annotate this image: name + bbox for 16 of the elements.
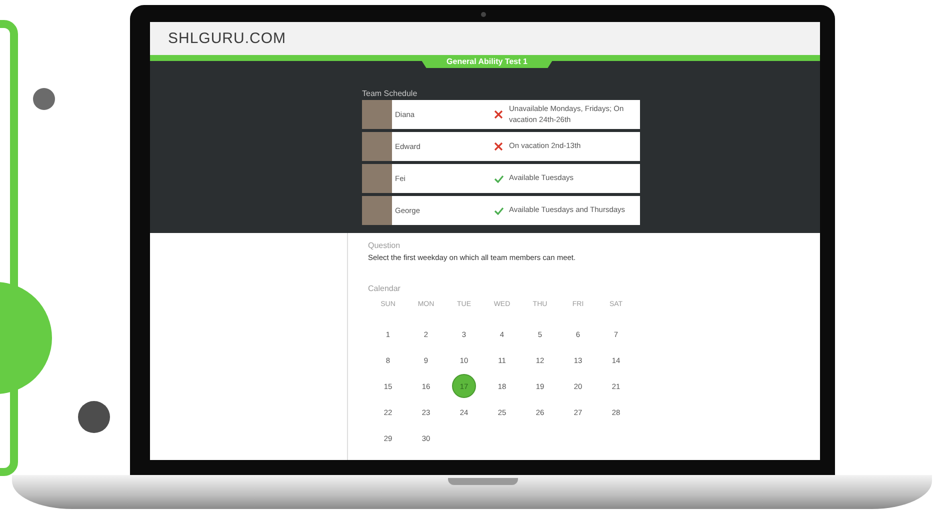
question-label: Question [368,241,402,250]
cross-icon [494,142,503,151]
check-icon [494,174,504,182]
logo: SHLGURU.COM [168,30,286,47]
decorative-dot [33,88,55,110]
photo-placeholder [362,132,392,161]
photo-placeholder [362,164,392,193]
check-icon [494,206,504,214]
section-label: Team Schedule [362,89,418,98]
photo-placeholder [362,100,392,129]
camera-icon [481,12,486,17]
laptop-notch [448,478,518,485]
calendar-label: Calendar [368,284,402,293]
photo-placeholder [362,196,392,225]
decorative-dot [78,401,110,433]
cross-icon [494,110,503,119]
